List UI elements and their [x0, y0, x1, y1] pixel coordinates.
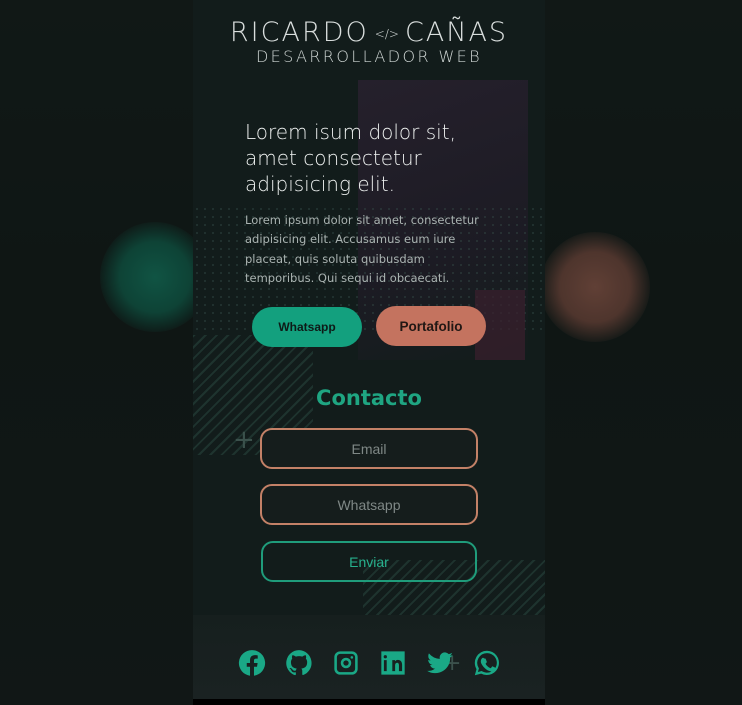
portfolio-button[interactable]: Portafolio [376, 306, 486, 346]
brand-name-last: CAÑAS [404, 17, 509, 48]
instagram-icon [333, 650, 358, 675]
github-icon [285, 649, 312, 675]
email-field[interactable] [260, 428, 478, 469]
facebook-link[interactable] [237, 648, 266, 677]
github-link[interactable] [284, 648, 313, 677]
right-blur-panel [545, 0, 742, 705]
social-links [193, 648, 545, 677]
linkedin-link[interactable] [378, 648, 407, 677]
whatsapp-link[interactable] [472, 648, 501, 677]
whatsapp-field[interactable] [260, 484, 478, 525]
linkedin-icon [380, 650, 405, 675]
brand-subtitle: DESARROLLADOR WEB [255, 47, 483, 66]
twitter-link[interactable] [425, 648, 454, 677]
left-blur-panel [0, 0, 193, 705]
twitter-icon [426, 651, 453, 673]
hero-description: Lorem ipsum dolor sit amet, consectetur … [245, 213, 479, 285]
brand-logo[interactable]: RICARDO </> CAÑAS DESARROLLADOR WEB [193, 17, 545, 66]
screen-bottom-bar [193, 699, 545, 705]
code-icon: </> [374, 26, 399, 41]
hero-headline: Lorem isum dolor sit, amet consectetur a… [245, 120, 456, 196]
contact-title: Contacto [316, 386, 422, 410]
plus-icon: + [233, 425, 255, 455]
brand-name-first: RICARDO [229, 17, 369, 48]
facebook-icon [238, 649, 265, 676]
mobile-page: + + RICARDO </> CAÑAS DESARROLLADOR WEB Lo… [193, 0, 545, 699]
whatsapp-icon [474, 650, 499, 675]
send-button[interactable]: Enviar [261, 541, 477, 582]
whatsapp-button[interactable]: Whatsapp [252, 307, 362, 347]
brand-name: RICARDO </> CAÑAS [193, 17, 545, 48]
screen-background: + + RICARDO </> CAÑAS DESARROLLADOR WEB Lo… [0, 0, 742, 705]
instagram-link[interactable] [331, 648, 360, 677]
